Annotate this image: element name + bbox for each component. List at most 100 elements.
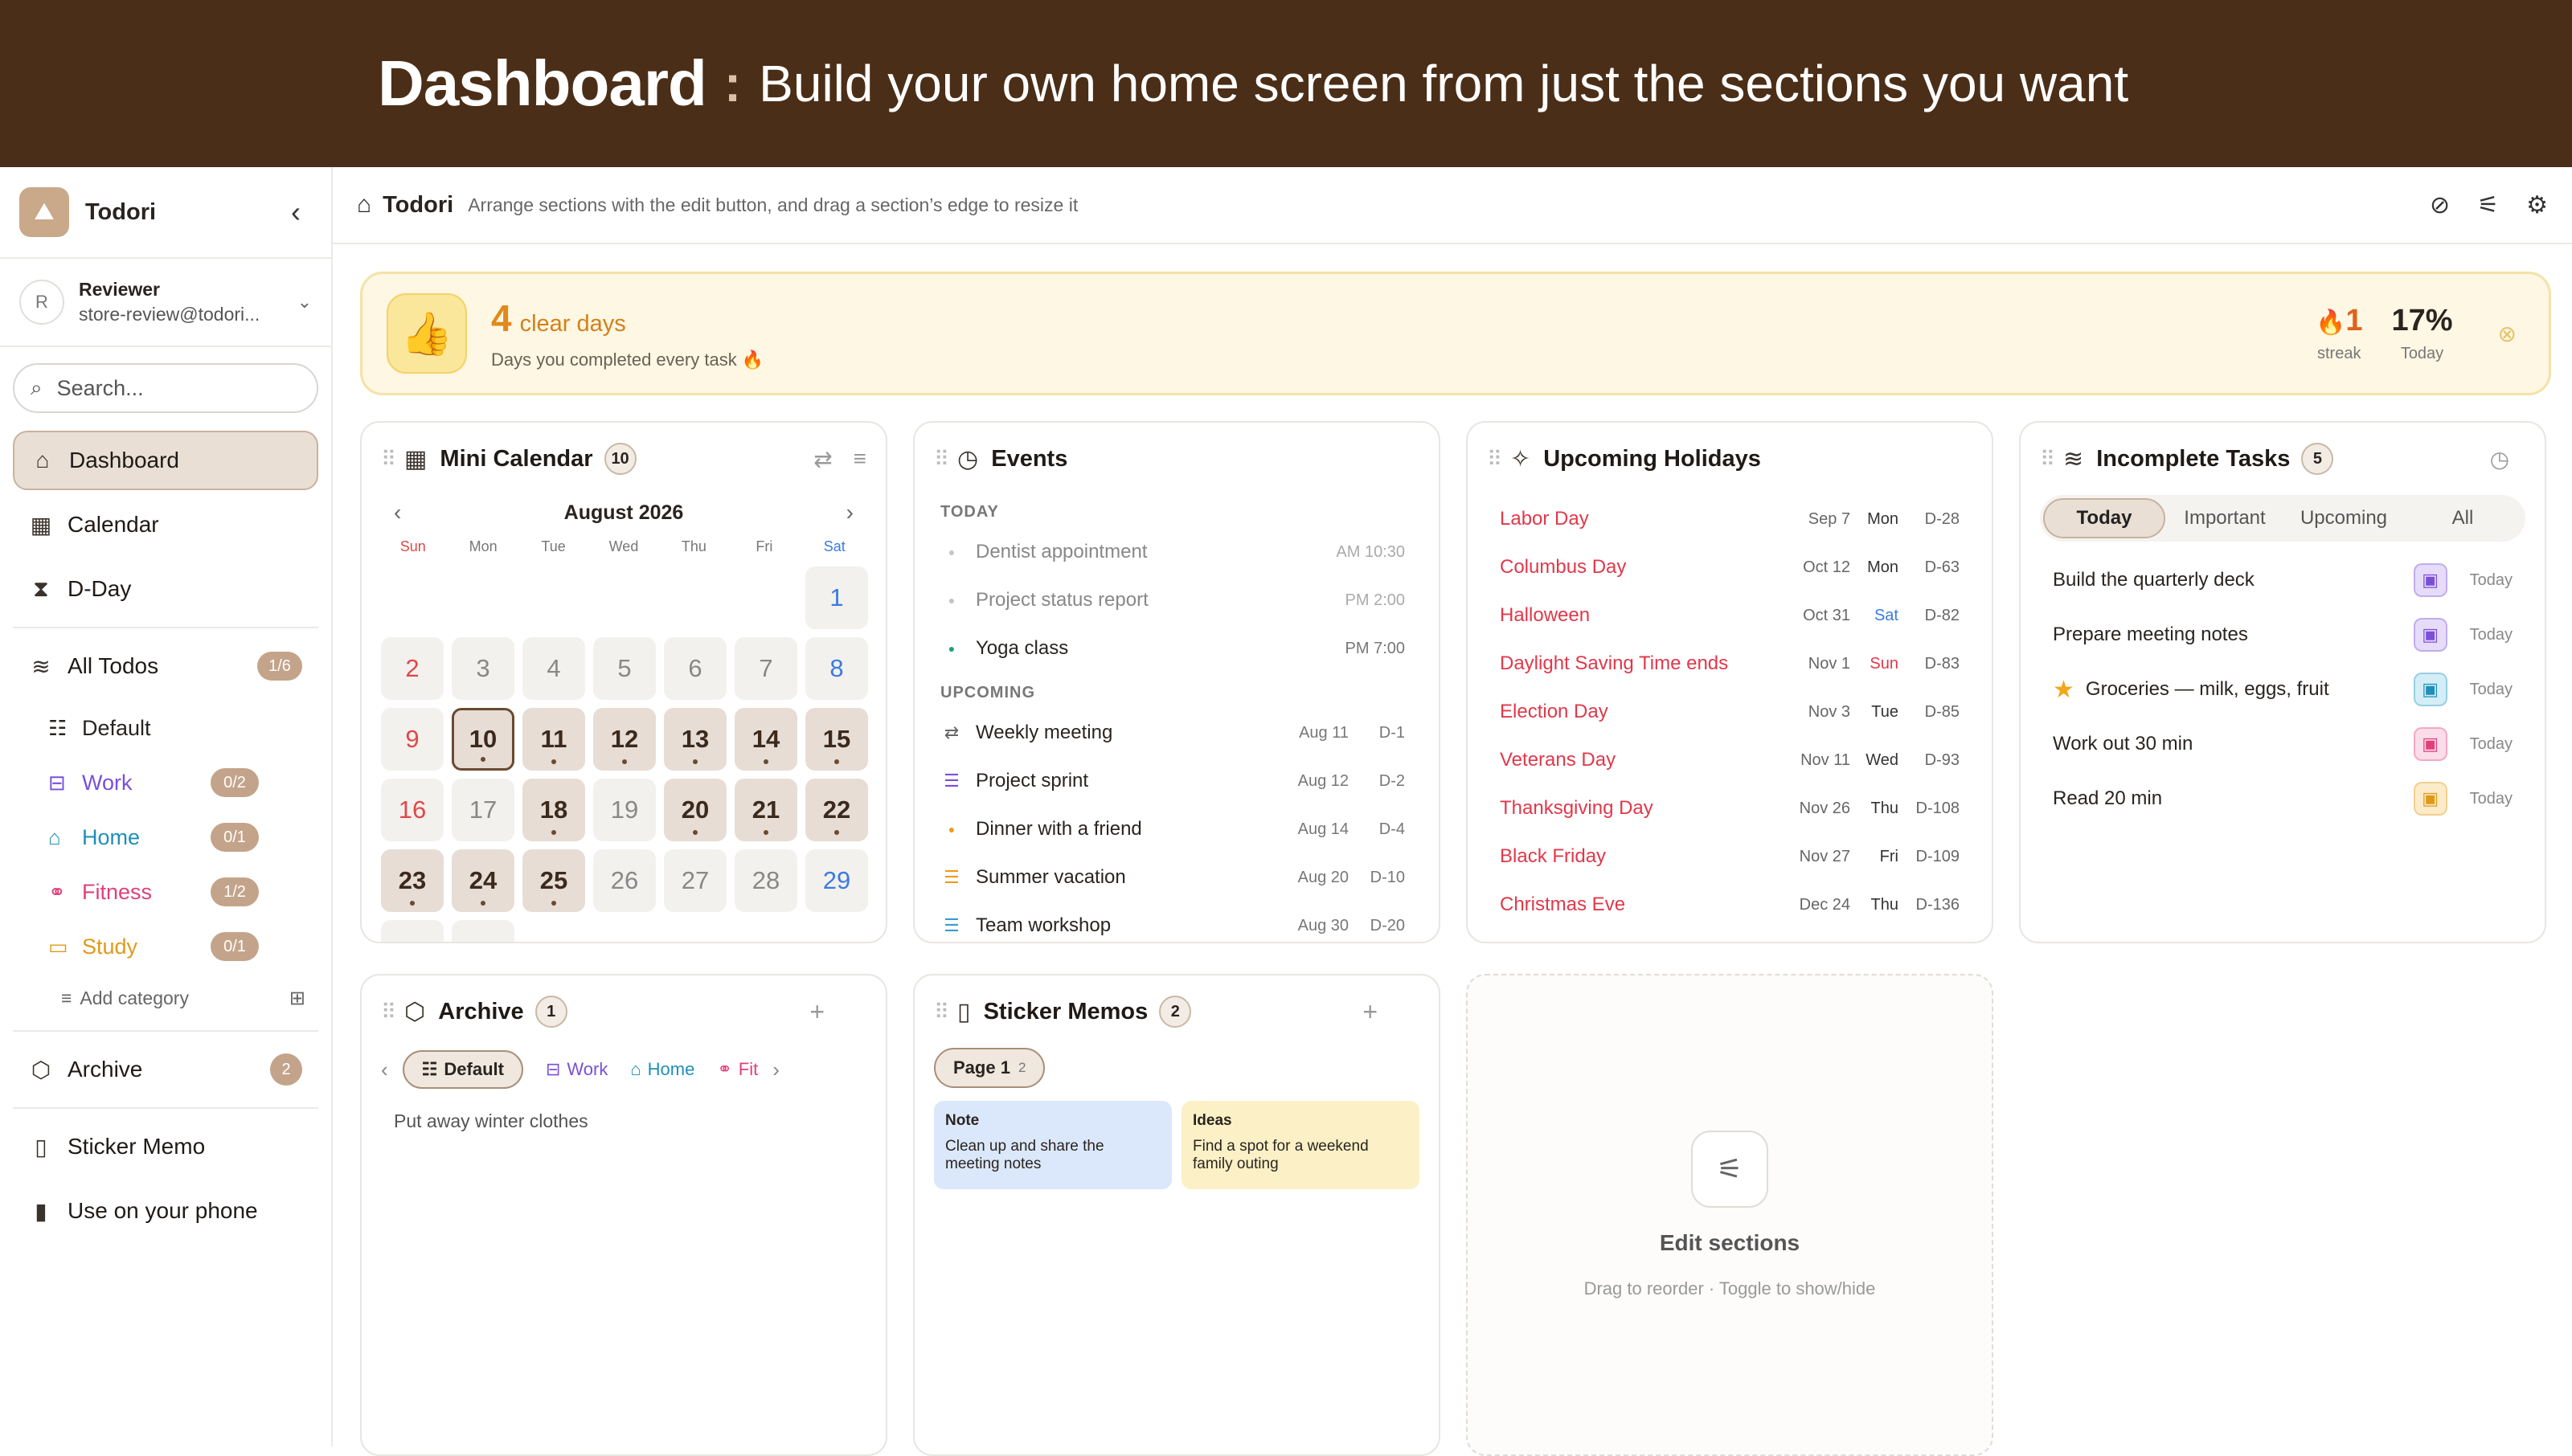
- sliders-icon[interactable]: ⚟: [2477, 191, 2499, 219]
- calendar-day[interactable]: 25: [522, 849, 585, 912]
- edit-sections-panel[interactable]: ⚟ Edit sections Drag to reorder · Toggle…: [1466, 974, 1993, 1456]
- event-row[interactable]: ⇄ Weekly meeting Aug 11 D-1: [915, 709, 1439, 757]
- add-category-button[interactable]: ≡ Add category ⊞: [61, 974, 305, 1022]
- holiday-row[interactable]: Labor Day Sep 7 Mon D-28: [1468, 495, 1992, 543]
- calendar-clock-icon[interactable]: ◷: [2490, 446, 2509, 472]
- holiday-row[interactable]: Veterans Day Nov 11 Wed D-93: [1468, 736, 1992, 784]
- calendar-day[interactable]: 22: [805, 779, 868, 841]
- calendar-day[interactable]: 12: [593, 708, 656, 771]
- category-work[interactable]: ⊟ Work 0/2: [48, 755, 259, 810]
- calendar-day[interactable]: 29: [805, 849, 868, 912]
- calendar-day[interactable]: 6: [664, 637, 727, 700]
- nav-dashboard[interactable]: ⌂ Dashboard: [13, 431, 318, 490]
- calendar-day[interactable]: 17: [452, 779, 514, 841]
- calendar-day[interactable]: 4: [522, 637, 585, 700]
- collapse-sidebar-button[interactable]: ‹: [280, 195, 312, 229]
- holiday-row[interactable]: Halloween Oct 31 Sat D-82: [1468, 591, 1992, 640]
- event-row[interactable]: ● Project status report PM 2:00: [915, 576, 1439, 624]
- chip-work[interactable]: ⊟ Work: [546, 1059, 608, 1080]
- sticker-memo[interactable]: Ideas Find a spot for a weekend family ou…: [1182, 1101, 1419, 1189]
- calendar-day[interactable]: 26: [593, 849, 656, 912]
- event-row[interactable]: ☰ Summer vacation Aug 20 D-10: [915, 853, 1439, 902]
- calendar-day[interactable]: 15: [805, 708, 868, 771]
- tab-upcoming[interactable]: Upcoming: [2284, 498, 2403, 538]
- calendar-day[interactable]: 23: [381, 849, 444, 912]
- calendar-day[interactable]: 21: [735, 779, 797, 841]
- calendar-day[interactable]: 13: [664, 708, 727, 771]
- calendar-day[interactable]: 11: [522, 708, 585, 771]
- tab-today[interactable]: Today: [2043, 498, 2165, 538]
- holiday-row[interactable]: Black Friday Nov 27 Fri D-109: [1468, 832, 1992, 881]
- calendar-day[interactable]: 1: [805, 566, 868, 629]
- drag-handle-icon[interactable]: ⠿: [381, 1000, 396, 1025]
- calendar-day[interactable]: 2: [381, 637, 444, 700]
- tab-all[interactable]: All: [2403, 498, 2522, 538]
- calendar-day[interactable]: 10: [452, 708, 514, 771]
- event-row[interactable]: ● Yoga class PM 7:00: [915, 624, 1439, 673]
- page-selector[interactable]: Page 1 2: [934, 1048, 1046, 1088]
- nav-archive[interactable]: ⬡ Archive 2: [13, 1040, 318, 1099]
- drag-handle-icon[interactable]: ⠿: [934, 447, 949, 472]
- chevron-right-icon[interactable]: ›: [772, 1057, 780, 1082]
- sliders-icon[interactable]: ⚟: [1691, 1131, 1768, 1208]
- holiday-row[interactable]: Daylight Saving Time ends Nov 1 Sun D-83: [1468, 640, 1992, 688]
- task-row[interactable]: Work out 30 min ▣ Today: [2021, 717, 2545, 771]
- nav-dday[interactable]: ⧗ D-Day: [13, 559, 318, 619]
- category-home[interactable]: ⌂ Home 0/1: [48, 810, 259, 865]
- calendar-day[interactable]: 28: [735, 849, 797, 912]
- new-folder-icon[interactable]: ⊞: [289, 987, 305, 1010]
- archive-item[interactable]: Put away winter clothes: [362, 1091, 886, 1151]
- pin-off-icon[interactable]: ⊘: [2430, 191, 2450, 219]
- tab-important[interactable]: Important: [2165, 498, 2284, 538]
- calendar-day[interactable]: 31: [452, 920, 514, 942]
- calendar-day[interactable]: 24: [452, 849, 514, 912]
- calendar-day[interactable]: 27: [664, 849, 727, 912]
- chip-default[interactable]: ☷ Default: [402, 1050, 523, 1089]
- task-row[interactable]: ★ Groceries — milk, eggs, fruit ▣ Today: [2021, 662, 2545, 717]
- calendar-day[interactable]: 5: [593, 637, 656, 700]
- repeat-icon[interactable]: ⇄: [813, 446, 832, 472]
- drag-handle-icon[interactable]: ⠿: [934, 1000, 949, 1025]
- sticker-memo[interactable]: Note Clean up and share the meeting notes: [934, 1101, 1172, 1189]
- drag-handle-icon[interactable]: ⠿: [381, 447, 396, 472]
- holiday-row[interactable]: Election Day Nov 3 Tue D-85: [1468, 688, 1992, 736]
- holiday-row[interactable]: Thanksgiving Day Nov 26 Thu D-108: [1468, 784, 1992, 832]
- event-row[interactable]: ☰ Project sprint Aug 12 D-2: [915, 757, 1439, 805]
- nav-calendar[interactable]: ▦ Calendar: [13, 495, 318, 554]
- chip-fit[interactable]: ⚭ Fit: [717, 1059, 758, 1080]
- event-row[interactable]: ☰ Team workshop Aug 30 D-20: [915, 902, 1439, 942]
- chip-home[interactable]: ⌂ Home: [630, 1059, 694, 1080]
- calendar-day[interactable]: 7: [735, 637, 797, 700]
- nav-use-phone[interactable]: ▮ Use on your phone: [13, 1181, 318, 1241]
- filter-icon[interactable]: ≡: [854, 446, 866, 472]
- calendar-day[interactable]: 18: [522, 779, 585, 841]
- calendar-day[interactable]: 30: [381, 920, 444, 942]
- calendar-day[interactable]: 14: [735, 708, 797, 771]
- gear-icon[interactable]: ⚙: [2526, 191, 2548, 219]
- prev-month-button[interactable]: ‹: [394, 500, 401, 526]
- calendar-day[interactable]: 16: [381, 779, 444, 841]
- event-row[interactable]: ● Dinner with a friend Aug 14 D-4: [915, 805, 1439, 853]
- plus-icon[interactable]: +: [809, 997, 825, 1027]
- calendar-day[interactable]: 20: [664, 779, 727, 841]
- calendar-day[interactable]: 3: [452, 637, 514, 700]
- nav-all-todos[interactable]: ≋ All Todos 1/6: [13, 636, 318, 696]
- calendar-day[interactable]: 9: [381, 708, 444, 771]
- category-study[interactable]: ▭ Study 0/1: [48, 919, 259, 974]
- drag-handle-icon[interactable]: ⠿: [1487, 447, 1502, 472]
- calendar-day[interactable]: 8: [805, 637, 868, 700]
- search-input[interactable]: ⌕ Search...: [13, 363, 318, 413]
- drag-handle-icon[interactable]: ⠿: [2040, 447, 2055, 472]
- category-fitness[interactable]: ⚭ Fitness 1/2: [48, 865, 259, 919]
- plus-icon[interactable]: +: [1362, 997, 1378, 1027]
- account-switcher[interactable]: R Reviewer store-review@todori... ⌄: [0, 259, 331, 347]
- task-row[interactable]: Build the quarterly deck ▣ Today: [2021, 553, 2545, 607]
- chevron-left-icon[interactable]: ‹: [381, 1057, 388, 1082]
- eye-off-icon[interactable]: ⊗: [2498, 321, 2517, 347]
- task-row[interactable]: Read 20 min ▣ Today: [2021, 771, 2545, 826]
- event-row[interactable]: ● Dentist appointment AM 10:30: [915, 528, 1439, 576]
- task-row[interactable]: Prepare meeting notes ▣ Today: [2021, 607, 2545, 662]
- calendar-day[interactable]: 19: [593, 779, 656, 841]
- nav-sticker-memo[interactable]: ▯ Sticker Memo: [13, 1117, 318, 1176]
- category-default[interactable]: ☷ Default: [48, 701, 259, 755]
